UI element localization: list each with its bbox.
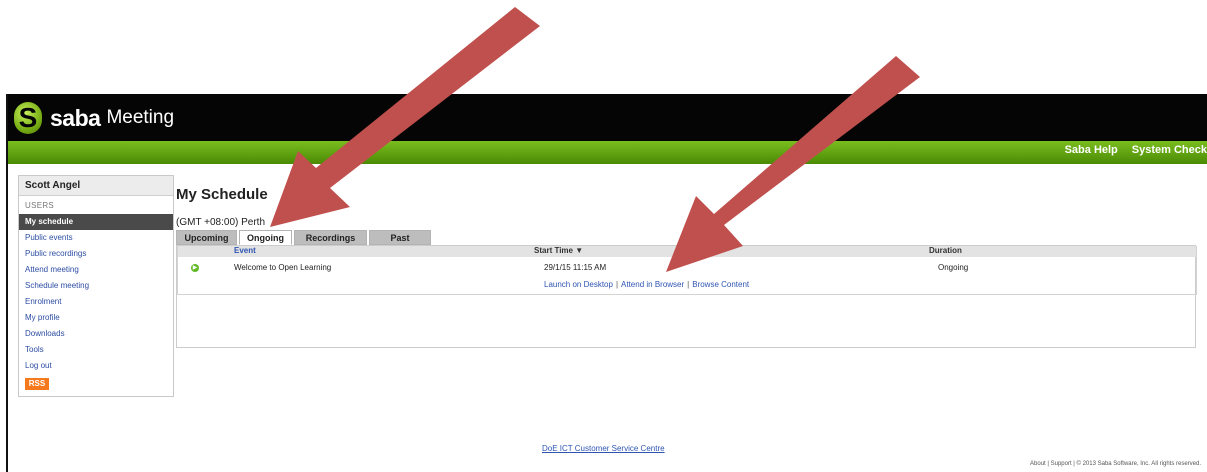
link-separator: | bbox=[615, 280, 619, 289]
sidebar-item-log-out[interactable]: Log out bbox=[19, 358, 173, 374]
sidebar-item-downloads[interactable]: Downloads bbox=[19, 326, 173, 342]
left-sidebar: Scott Angel USERS My schedule Public eve… bbox=[18, 175, 174, 397]
page-title: My Schedule bbox=[176, 186, 268, 203]
saba-help-link[interactable]: Saba Help bbox=[1065, 144, 1118, 156]
column-start-time[interactable]: Start Time ▼ bbox=[534, 246, 929, 257]
green-navigation-bar bbox=[8, 141, 1207, 164]
schedule-table: Event Start Time ▼ Duration ▶ Welcome to… bbox=[177, 246, 1197, 295]
sidebar-item-my-profile[interactable]: My profile bbox=[19, 310, 173, 326]
schedule-panel: Event Start Time ▼ Duration ▶ Welcome to… bbox=[176, 245, 1197, 348]
tab-past[interactable]: Past bbox=[369, 230, 431, 245]
schedule-tabs: Upcoming Ongoing Recordings Past bbox=[176, 230, 431, 245]
rss-badge[interactable]: RSS bbox=[25, 378, 49, 390]
sidebar-item-schedule-meeting[interactable]: Schedule meeting bbox=[19, 278, 173, 294]
launch-desktop-link[interactable]: Launch on Desktop bbox=[544, 280, 613, 289]
sidebar-item-enrolment[interactable]: Enrolment bbox=[19, 294, 173, 310]
tab-ongoing[interactable]: Ongoing bbox=[239, 230, 292, 245]
tab-upcoming[interactable]: Upcoming bbox=[176, 230, 237, 245]
attend-in-browser-link[interactable]: Attend in Browser bbox=[621, 280, 684, 289]
schedule-table-header: Event Start Time ▼ Duration bbox=[178, 246, 1196, 257]
screenshot: S saba Meeting Saba Help System Check Sc… bbox=[0, 0, 1207, 472]
timezone: (GMT +08:00) Perth bbox=[176, 217, 266, 228]
sidebar-item-public-events[interactable]: Public events bbox=[19, 230, 173, 246]
product-name: Meeting bbox=[106, 107, 175, 128]
sidebar-item-tools[interactable]: Tools bbox=[19, 342, 173, 358]
play-icon: ▶ bbox=[191, 264, 199, 272]
saba-logo: S saba Meeting bbox=[14, 101, 174, 135]
event-start-time: 29/1/15 11:15 AM bbox=[544, 263, 607, 272]
footer-copyright: About | Support | © 2013 Saba Software, … bbox=[1030, 461, 1201, 467]
saba-meeting-window: S saba Meeting Saba Help System Check Sc… bbox=[6, 94, 1207, 472]
sidebar-item-public-recordings[interactable]: Public recordings bbox=[19, 246, 173, 262]
tab-recordings[interactable]: Recordings bbox=[294, 230, 367, 245]
brand-name: saba bbox=[50, 104, 101, 131]
event-actions: Launch on Desktop | Attend in Browser | Brow… bbox=[544, 280, 749, 289]
event-duration: Ongoing bbox=[938, 263, 969, 272]
column-event[interactable]: Event bbox=[234, 246, 534, 257]
top-navigation: Saba Help System Check bbox=[1065, 144, 1207, 156]
browse-content-link[interactable]: Browse Content bbox=[692, 280, 749, 289]
top-header: S saba Meeting bbox=[8, 94, 1207, 141]
users-section-heading: USERS bbox=[25, 201, 55, 210]
sidebar-item-attend-meeting[interactable]: Attend meeting bbox=[19, 262, 173, 278]
saba-s-icon: S bbox=[14, 102, 42, 134]
system-check-link[interactable]: System Check bbox=[1132, 144, 1207, 156]
sidebar-item-my-schedule[interactable]: My schedule bbox=[19, 214, 173, 230]
customer-service-link[interactable]: DoE ICT Customer Service Centre bbox=[542, 444, 665, 453]
user-name: Scott Angel bbox=[19, 176, 173, 196]
event-name: Welcome to Open Learning bbox=[234, 263, 332, 272]
table-row: ▶ Welcome to Open Learning 29/1/15 11:15… bbox=[178, 257, 1196, 294]
column-duration[interactable]: Duration bbox=[929, 246, 1109, 257]
